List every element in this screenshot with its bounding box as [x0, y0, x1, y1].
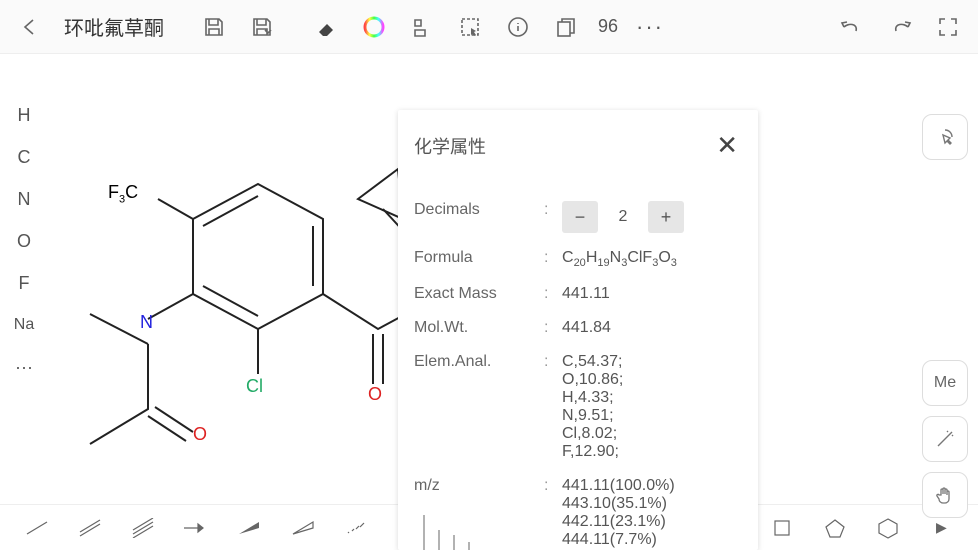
- bond-double[interactable]: [63, 510, 116, 546]
- main-area: H C N O F Na ··· ◀: [0, 54, 978, 504]
- element-o[interactable]: O: [0, 220, 48, 262]
- top-toolbar: 环吡氟草酮 96 ···: [0, 0, 978, 54]
- exactmass-value: 441.11: [562, 285, 742, 303]
- element-more[interactable]: ···: [0, 346, 48, 388]
- decimals-increment[interactable]: +: [648, 201, 684, 233]
- element-f[interactable]: F: [0, 262, 48, 304]
- element-na[interactable]: Na: [0, 304, 48, 346]
- panel-title: 化学属性: [414, 133, 486, 159]
- bond-triple[interactable]: [116, 510, 169, 546]
- mz-spectrum-icon: [414, 510, 494, 550]
- save-as-icon[interactable]: [240, 5, 284, 49]
- magic-tool[interactable]: [922, 416, 968, 462]
- save-icon[interactable]: [192, 5, 236, 49]
- more-icon[interactable]: ···: [628, 5, 672, 49]
- formula-value: C20H19N3ClF3O3: [562, 249, 742, 269]
- element-h[interactable]: H: [0, 94, 48, 136]
- mz-value: 441.11(100.0%) 443.10(35.1%) 442.11(23.1…: [562, 477, 742, 549]
- elemanal-label: Elem.Anal.: [414, 353, 544, 371]
- tap-tool[interactable]: [922, 114, 968, 160]
- align-icon[interactable]: [400, 5, 444, 49]
- fullscreen-icon[interactable]: [926, 5, 970, 49]
- copy-icon[interactable]: [544, 5, 588, 49]
- properties-panel: 化学属性 ✕ Decimals : − 2 + Formula : C20H19…: [398, 110, 758, 550]
- element-n[interactable]: N: [0, 178, 48, 220]
- elemanal-value: C,54.37; O,10.86; H,4.33; N,9.51; Cl,8.0…: [562, 353, 742, 461]
- hexagon-tool[interactable]: [862, 510, 915, 546]
- pan-tool[interactable]: [922, 472, 968, 518]
- mz-label: m/z: [414, 477, 544, 495]
- page-title: 环吡氟草酮: [64, 12, 164, 41]
- square-tool[interactable]: [755, 510, 808, 546]
- label-o2: O: [368, 384, 382, 405]
- exactmass-label: Exact Mass: [414, 285, 544, 303]
- label-cl: Cl: [246, 376, 263, 397]
- bond-wedge-outline[interactable]: [276, 510, 329, 546]
- element-palette: H C N O F Na ···: [0, 54, 48, 504]
- label-f3c: F3C: [108, 182, 138, 206]
- decimals-label: Decimals: [414, 201, 544, 219]
- close-icon[interactable]: ✕: [712, 126, 742, 165]
- right-toolbar: Me: [922, 114, 968, 518]
- color-wheel-icon[interactable]: [352, 5, 396, 49]
- bond-arrow[interactable]: [170, 510, 223, 546]
- eraser-icon[interactable]: [304, 5, 348, 49]
- decimals-value: 2: [598, 208, 648, 226]
- bond-single[interactable]: [10, 510, 63, 546]
- molwt-value: 441.84: [562, 319, 742, 337]
- select-rect-icon[interactable]: [448, 5, 492, 49]
- methyl-tool[interactable]: Me: [922, 360, 968, 406]
- element-c[interactable]: C: [0, 136, 48, 178]
- label-n: N: [140, 312, 153, 333]
- redo-button[interactable]: [878, 5, 922, 49]
- bond-wedge-hashed[interactable]: [329, 510, 382, 546]
- undo-button[interactable]: [830, 5, 874, 49]
- label-o1: O: [193, 424, 207, 445]
- info-icon[interactable]: [496, 5, 540, 49]
- decimals-decrement[interactable]: −: [562, 201, 598, 233]
- molwt-label: Mol.Wt.: [414, 319, 544, 337]
- atom-count: 96: [598, 16, 618, 37]
- back-button[interactable]: [8, 5, 52, 49]
- pentagon2-tool[interactable]: [808, 510, 861, 546]
- decimals-stepper: − 2 +: [562, 201, 684, 233]
- bond-wedge-solid[interactable]: [223, 510, 276, 546]
- formula-label: Formula: [414, 249, 544, 267]
